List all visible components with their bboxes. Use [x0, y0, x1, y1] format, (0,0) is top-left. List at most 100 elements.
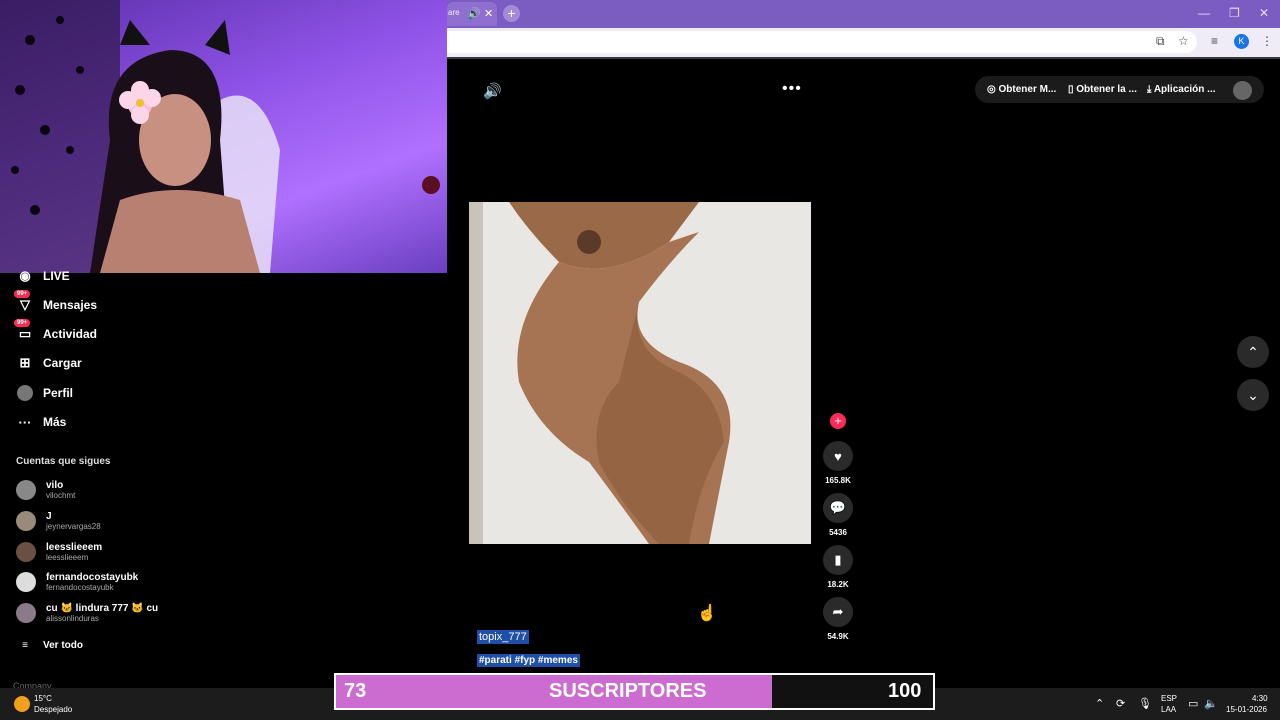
user-avatar[interactable]: [1233, 81, 1252, 100]
input-language[interactable]: ESP: [1161, 694, 1177, 703]
comment-count: 5436: [829, 528, 847, 537]
comment-icon: 💬: [829, 500, 847, 515]
notification-badge: 99+: [14, 319, 31, 327]
video-frame: [469, 202, 731, 544]
clock-date[interactable]: 15-01-2026: [1226, 705, 1267, 714]
sidebar-item-label: Más: [43, 415, 67, 429]
more-icon: ···: [18, 414, 32, 430]
minimize-button[interactable]: —: [1198, 6, 1210, 20]
microphone-icon[interactable]: 🎙: [1138, 697, 1152, 710]
browser-tab[interactable]: are 🔊 ✕: [447, 2, 497, 26]
weather-temperature: 15°C: [34, 694, 52, 703]
save-count: 18.2K: [827, 580, 849, 589]
profile-avatar[interactable]: K: [1234, 34, 1249, 49]
tab-close-icon[interactable]: ✕: [484, 7, 493, 20]
share-icon: ➦: [832, 604, 844, 619]
sidebar-item-profile[interactable]: Perfil: [16, 382, 73, 404]
account-name: vilo: [46, 480, 64, 491]
following-account[interactable]: vilo vilochmt: [16, 480, 75, 500]
account-name: leesslieeem: [46, 542, 103, 553]
get-coins-label: Obtener M...: [998, 84, 1057, 95]
notification-badge: 99+: [14, 290, 31, 298]
webcam-overlay: [0, 0, 447, 273]
sync-icon[interactable]: ⟳: [1116, 697, 1125, 710]
get-coins-button[interactable]: ◎ Obtener M...: [987, 84, 1056, 95]
streamer-image: [0, 0, 440, 273]
sidebar-item-label: Actividad: [43, 327, 98, 341]
reading-list-icon[interactable]: ≡: [1211, 34, 1218, 48]
like-count: 165.8K: [825, 476, 851, 485]
sidebar-item-label: LIVE: [43, 269, 70, 283]
sidebar-item-messages[interactable]: ▽ 99+ Mensajes: [14, 290, 98, 316]
cast-icon[interactable]: ⧉: [1156, 34, 1165, 49]
account-name: cu 🐱 lindura 777 🐱 cu: [46, 603, 159, 614]
avatar: [16, 542, 36, 562]
input-layout[interactable]: LAA: [1161, 705, 1176, 714]
speaker-icon[interactable]: 🔈: [1204, 697, 1218, 710]
sidebar-item-label: Perfil: [43, 386, 74, 400]
weather-icon[interactable]: [14, 696, 30, 712]
network-icon[interactable]: ▭: [1188, 697, 1198, 710]
avatar: [16, 511, 36, 531]
see-all-label: Ver todo: [43, 639, 84, 651]
sidebar-item-label: Mensajes: [43, 298, 98, 312]
see-all-link[interactable]: ≡ Ver todo: [16, 634, 83, 656]
restore-button[interactable]: ❐: [1229, 6, 1240, 20]
following-section-title: Cuentas que sigues: [16, 456, 111, 467]
desktop-app-label: Aplicación ...: [1153, 84, 1216, 95]
account-username: alissonlinduras: [46, 614, 99, 623]
profile-icon: [16, 384, 34, 402]
kebab-menu-icon[interactable]: ⋮: [1261, 34, 1273, 48]
next-video-button[interactable]: ⌄: [1237, 379, 1269, 411]
desktop-app-button[interactable]: ⤓ Aplicación ...: [1147, 84, 1216, 95]
subscriber-goal-target: 100: [888, 680, 922, 702]
volume-icon[interactable]: 🔊: [483, 82, 502, 100]
new-tab-button[interactable]: +: [503, 5, 520, 22]
upload-icon: ⊞: [19, 355, 31, 370]
video-player[interactable]: [469, 202, 811, 544]
share-count: 54.9K: [827, 632, 849, 641]
weather-description: Despejado: [34, 705, 73, 714]
video-author[interactable]: topix_777: [477, 630, 529, 644]
following-account[interactable]: cu 🐱 lindura 777 🐱 cu alissonlinduras: [16, 603, 158, 623]
tray-overflow-icon[interactable]: ⌃: [1095, 697, 1104, 710]
get-app-label: Obtener la ...: [1076, 84, 1137, 95]
account-username: vilochmt: [46, 491, 76, 500]
save-button[interactable]: ▮: [823, 545, 853, 575]
heart-icon: ♥: [834, 448, 842, 464]
account-username: jeynervargas28: [46, 522, 101, 531]
tab-audio-icon[interactable]: 🔊: [467, 7, 481, 20]
sidebar-item-more[interactable]: ··· Más: [16, 411, 67, 433]
sidebar-item-activity[interactable]: ▭ 99+ Actividad: [14, 319, 98, 345]
account-username: fernandocostayubk: [46, 583, 114, 592]
following-account[interactable]: Jjeynervargas28: [16, 511, 101, 531]
chevron-down-icon: ⌄: [1247, 386, 1259, 403]
follow-author-button[interactable]: +: [830, 413, 846, 429]
list-icon: ≡: [22, 639, 28, 651]
close-window-button[interactable]: ✕: [1259, 6, 1269, 20]
following-account[interactable]: fernandocostayubk fernandocostayubk: [16, 572, 138, 592]
address-bar[interactable]: [447, 31, 1197, 53]
avatar: [16, 603, 36, 623]
avatar: [16, 480, 36, 500]
sidebar-item-live[interactable]: ◉ LIVE: [16, 265, 70, 287]
chevron-up-icon: ⌃: [1247, 343, 1259, 360]
sidebar-item-upload[interactable]: ⊞ Cargar: [16, 352, 82, 374]
share-button[interactable]: ➦: [823, 597, 853, 627]
sidebar-item-label: Cargar: [43, 356, 82, 370]
get-app-button[interactable]: ▯ Obtener la ...: [1068, 84, 1137, 95]
messages-icon: ▽ 99+: [14, 290, 34, 314]
account-name: J: [46, 511, 52, 522]
previous-video-button[interactable]: ⌃: [1237, 336, 1269, 368]
more-options-icon[interactable]: •••: [782, 80, 802, 98]
clock-time[interactable]: 4:30: [1252, 694, 1268, 703]
hand-cursor-icon: ☝: [697, 605, 717, 622]
bookmark-star-icon[interactable]: ☆: [1178, 34, 1189, 48]
avatar: [16, 572, 36, 592]
video-hashtags[interactable]: #parati #fyp #memes: [477, 654, 580, 667]
browser-tab-bar: [447, 0, 1280, 28]
following-account[interactable]: leesslieeem leesslieeem: [16, 542, 102, 562]
live-icon: ◉: [19, 268, 31, 283]
comment-button[interactable]: 💬: [823, 493, 853, 523]
like-button[interactable]: ♥: [823, 441, 853, 471]
